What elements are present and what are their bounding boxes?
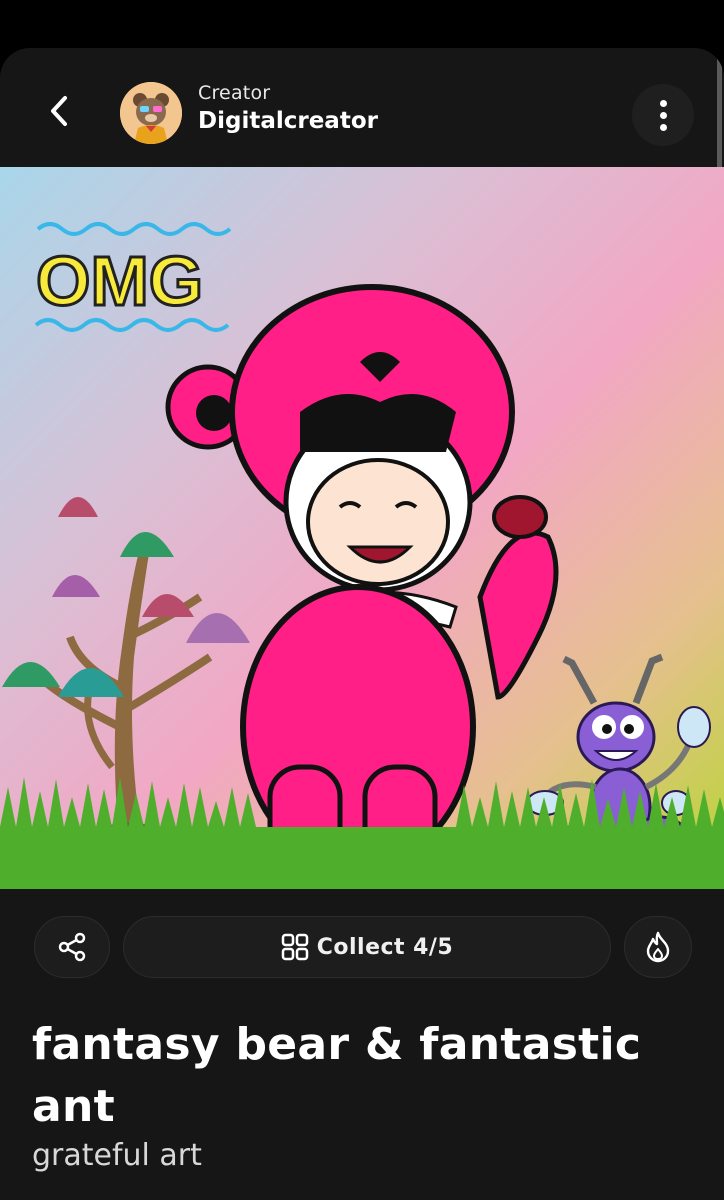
fire-button[interactable]: [624, 916, 692, 978]
collect-count: 4/5: [413, 934, 454, 960]
dot: [659, 123, 667, 131]
bear-avatar-icon: [120, 82, 182, 144]
post-title: fantasy bear & fantastic ant: [32, 1019, 642, 1132]
fire-icon: [646, 931, 670, 963]
header: Creator Digitalcreator: [0, 48, 724, 168]
artwork-image[interactable]: OMG: [0, 167, 724, 889]
pink-bear-character: [165, 284, 559, 870]
dot: [659, 111, 667, 119]
post-subtitle: grateful art: [32, 1138, 202, 1173]
creator-name: Digitalcreator: [198, 108, 378, 134]
omg-text: OMG: [36, 242, 203, 320]
omg-badge: OMG: [35, 222, 232, 332]
more-options-button[interactable]: [632, 84, 694, 146]
creator-caption: Creator: [198, 82, 271, 104]
grid-icon: [281, 933, 308, 961]
detail-sheet: Creator Digitalcreator OMG Collect 4/5 f…: [0, 48, 724, 1200]
collect-button[interactable]: Collect 4/5: [123, 916, 611, 978]
chevron-left-icon: [51, 96, 67, 126]
vertical-dots-icon: [659, 99, 667, 107]
share-icon: [58, 932, 86, 962]
creator-info[interactable]: Creator Digitalcreator: [198, 82, 378, 134]
share-button[interactable]: [34, 916, 110, 978]
artwork-illustration: OMG: [0, 222, 724, 889]
back-button[interactable]: [36, 88, 82, 134]
collect-label: Collect: [316, 934, 406, 960]
creator-avatar[interactable]: [120, 82, 182, 144]
